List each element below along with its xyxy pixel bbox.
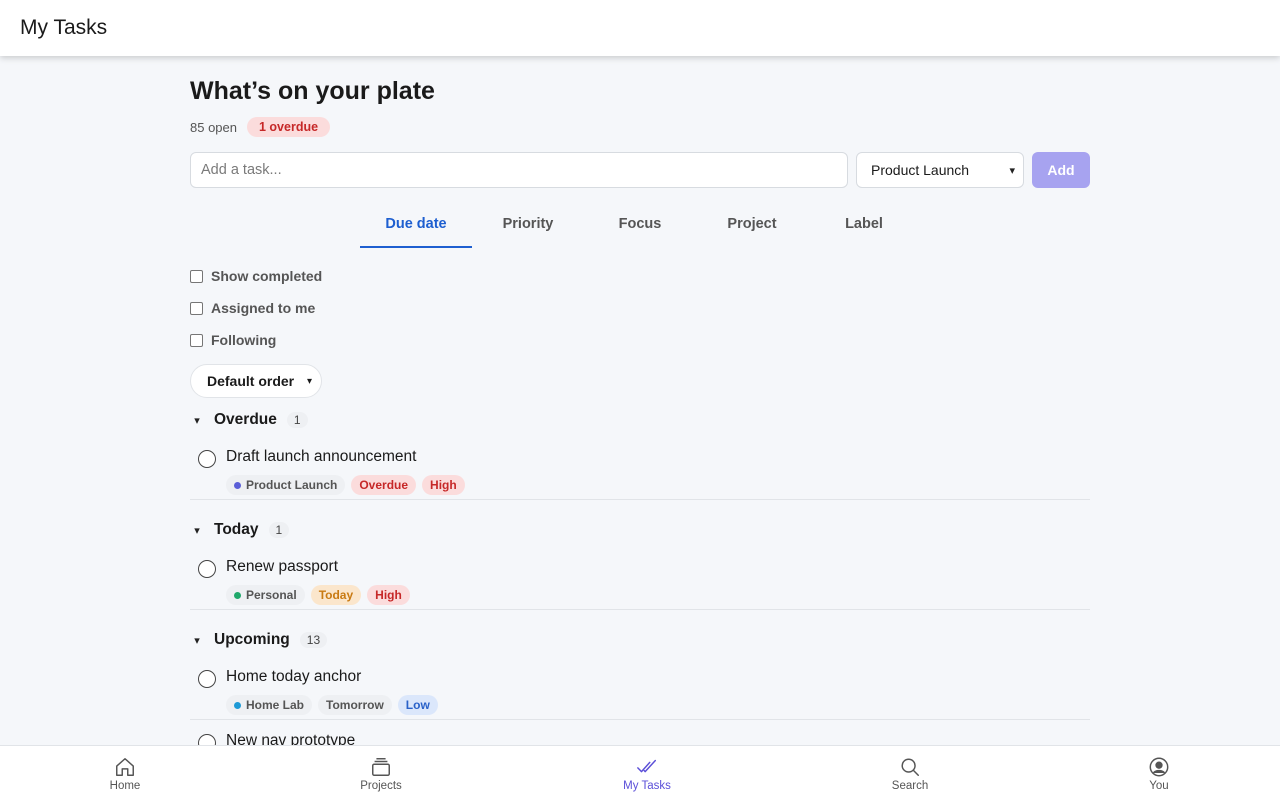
due-chip: Today: [310, 585, 362, 605]
nav-label: My Tasks: [623, 779, 671, 792]
group-title: Overdue: [214, 411, 277, 428]
priority-chip: High: [367, 585, 410, 605]
assigned-to-me-label: Assigned to me: [211, 300, 316, 316]
filter-assigned-to-me[interactable]: Assigned to me: [190, 300, 315, 316]
task-row[interactable]: Home today anchor Home Lab Tomorrow Low: [190, 656, 1090, 720]
nav-search[interactable]: Search: [850, 746, 970, 800]
group-title: Upcoming: [214, 631, 290, 648]
following-label: Following: [211, 332, 277, 348]
sort-order-value: Default order: [207, 373, 295, 389]
nav-projects[interactable]: Projects: [321, 746, 441, 800]
search-icon: [901, 757, 919, 776]
tab-focus[interactable]: Focus: [584, 204, 696, 248]
page-heading: What’s on your plate: [190, 77, 435, 105]
priority-chip: Low: [397, 695, 438, 715]
complete-task-checkbox[interactable]: [198, 450, 216, 468]
tab-label[interactable]: Label: [808, 204, 920, 248]
nav-my-tasks[interactable]: My Tasks: [587, 746, 707, 800]
nav-label: Search: [891, 779, 929, 792]
priority-chip: High: [422, 475, 465, 495]
home-icon: [116, 757, 134, 776]
chevron-down-icon: ▾: [194, 524, 200, 537]
group-by-tabs: Due date Priority Focus Project Label: [360, 204, 920, 248]
tab-priority[interactable]: Priority: [472, 204, 584, 248]
chevron-down-icon: ▾: [1009, 164, 1015, 177]
task-title[interactable]: Draft launch announcement: [226, 448, 416, 466]
main-content: What’s on your plate 85 open 1 overdue P…: [190, 56, 1090, 746]
due-chip: Tomorrow: [318, 695, 392, 715]
complete-task-checkbox[interactable]: [198, 560, 216, 578]
nav-label: You: [1149, 779, 1169, 792]
group-count: 13: [299, 632, 328, 648]
task-meta: Personal Today High: [226, 585, 410, 605]
nav-you[interactable]: You: [1099, 746, 1219, 800]
sort-order-select[interactable]: Default order ▾: [190, 364, 322, 398]
overdue-badge: 1 overdue: [247, 117, 331, 137]
filter-show-completed[interactable]: Show completed: [190, 268, 322, 284]
add-task-input[interactable]: [190, 152, 848, 188]
group-header-upcoming[interactable]: ▾ Upcoming 13: [190, 631, 328, 649]
project-name: Personal: [246, 588, 297, 602]
group-title: Today: [214, 521, 259, 538]
project-color-dot: [234, 701, 241, 709]
chevron-down-icon: ▾: [306, 375, 312, 387]
task-summary: 85 open 1 overdue: [190, 117, 331, 137]
project-name: Product Launch: [246, 478, 338, 492]
task-row[interactable]: Renew passport Personal Today High: [190, 546, 1090, 610]
nav-label: Projects: [360, 779, 402, 792]
project-chip[interactable]: Product Launch: [226, 475, 346, 495]
bottom-navigation: Home Projects My Tasks Search You: [0, 745, 1280, 800]
project-select-value: Product Launch: [871, 162, 970, 178]
task-row[interactable]: Draft launch announcement Product Launch…: [190, 436, 1090, 500]
following-checkbox[interactable]: [190, 333, 203, 347]
show-completed-checkbox[interactable]: [190, 269, 203, 283]
chevron-down-icon: ▾: [194, 634, 200, 647]
tab-due-date[interactable]: Due date: [360, 204, 472, 248]
task-row[interactable]: New nav prototype: [190, 720, 1090, 746]
complete-task-checkbox[interactable]: [198, 670, 216, 688]
project-name: Home Lab: [246, 698, 305, 712]
task-title[interactable]: New nav prototype: [226, 732, 355, 746]
due-chip: Overdue: [351, 475, 417, 495]
show-completed-label: Show completed: [211, 268, 323, 284]
chevron-down-icon: ▾: [194, 414, 200, 427]
project-color-dot: [234, 481, 241, 489]
double-check-icon: [637, 759, 656, 772]
assigned-to-me-checkbox[interactable]: [190, 301, 203, 315]
projects-icon: [372, 757, 390, 776]
project-chip[interactable]: Personal: [226, 585, 305, 605]
group-count: 1: [268, 522, 290, 538]
nav-label: Home: [109, 779, 141, 792]
task-meta: Product Launch Overdue High: [226, 475, 465, 495]
add-task-button[interactable]: Add: [1032, 152, 1090, 188]
top-app-bar: My Tasks: [0, 0, 1280, 56]
group-header-overdue[interactable]: ▾ Overdue 1: [190, 411, 308, 429]
task-title[interactable]: Home today anchor: [226, 668, 361, 686]
group-count: 1: [286, 412, 308, 428]
app-title: My Tasks: [20, 16, 108, 39]
user-circle-icon: [1149, 757, 1169, 776]
project-color-dot: [234, 591, 241, 599]
tab-project[interactable]: Project: [696, 204, 808, 248]
open-count: 85 open: [190, 119, 237, 135]
add-task-row: Product Launch ▾ Add: [190, 152, 1090, 188]
project-chip[interactable]: Home Lab: [226, 695, 313, 715]
nav-home[interactable]: Home: [65, 746, 185, 800]
task-title[interactable]: Renew passport: [226, 558, 338, 576]
filter-following[interactable]: Following: [190, 332, 276, 348]
group-header-today[interactable]: ▾ Today 1: [190, 521, 290, 539]
task-meta: Home Lab Tomorrow Low: [226, 695, 438, 715]
project-select[interactable]: Product Launch ▾: [856, 152, 1024, 188]
